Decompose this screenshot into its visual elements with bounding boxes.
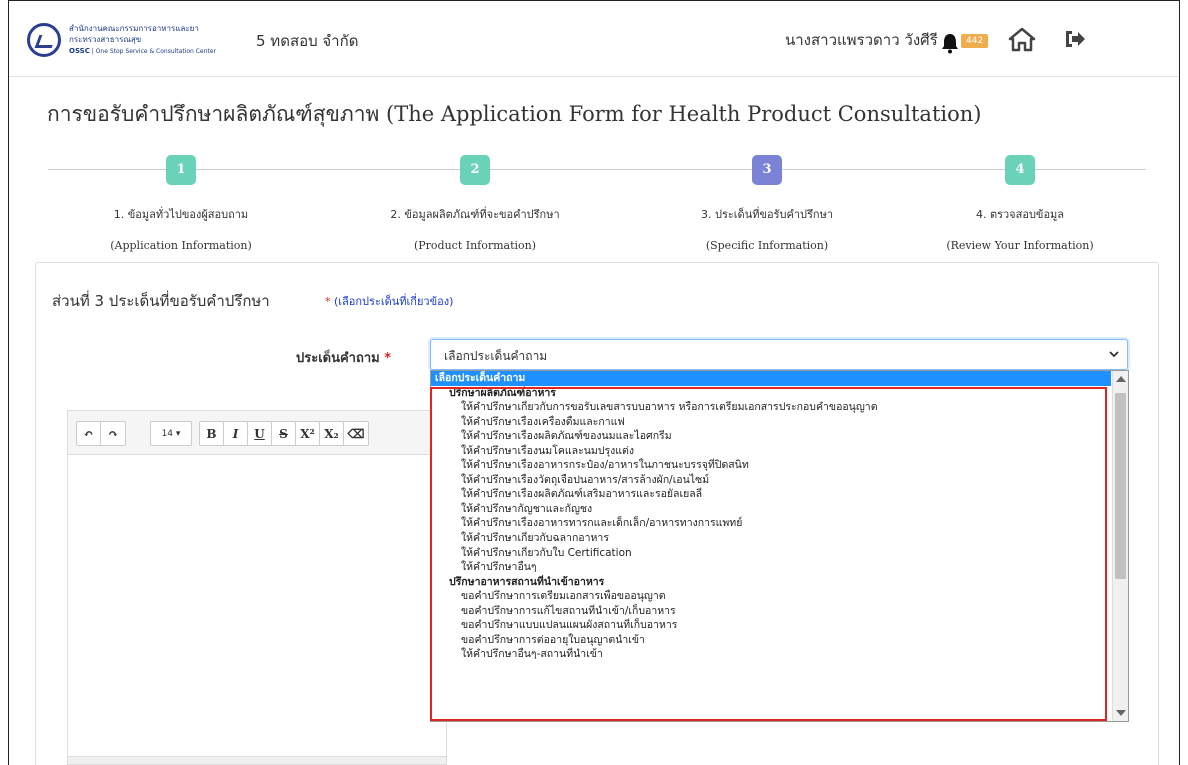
dropdown-option[interactable]: ขอคำปรึกษาการแก้ไขสถานที่นำเข้า/เก็บอาหา… — [431, 604, 1111, 619]
question-select[interactable]: เลือกประเด็นคำถาม — [430, 339, 1128, 370]
dropdown-option[interactable]: ให้คำปรึกษาเรื่องวัตถุเจือปนอาหาร/สารล้า… — [431, 473, 1111, 488]
font-size-select[interactable]: 14 ▾ — [151, 422, 191, 445]
step-2[interactable]: 2 2. ข้อมูลผลิตภัณฑ์ที่จะขอคำปรึกษา (Pro… — [365, 155, 585, 252]
question-label: ประเด็นคำถาม * — [296, 351, 392, 366]
format-group: B I U S X² X₂ ⌫ — [199, 421, 369, 446]
step-number: 2 — [460, 155, 490, 185]
section-note: * (เลือกประเด็นที่เกี่ยวข้อง) — [325, 295, 454, 308]
dropdown-option[interactable]: ให้คำปรึกษาเกี่ยวกับใบ Certification — [431, 546, 1111, 561]
step-number: 3 — [752, 155, 782, 185]
redo-button[interactable]: ↷ — [101, 422, 125, 445]
dropdown-options: เลือกประเด็นคำถาม ปรึกษาผลิตภัณฑ์อาหาร ให้… — [431, 371, 1111, 662]
dropdown-option[interactable]: ให้คำปรึกษาเรื่องเครื่องดื่มและกาแฟ — [431, 415, 1111, 430]
user-name[interactable]: นางสาวแพรวดาว วังศีรี — [785, 28, 938, 52]
logo-ministry: กระทรวงสาธารณสุข — [69, 35, 142, 44]
step-sublabel: (Product Information) — [413, 239, 537, 252]
undo-redo-group: ↶ ↷ — [76, 421, 126, 446]
step-label: 2. ข้อมูลผลิตภัณฑ์ที่จะขอคำปรึกษา — [390, 208, 560, 221]
scroll-down-icon[interactable] — [1116, 710, 1126, 716]
superscript-button[interactable]: X² — [296, 422, 320, 445]
step-number: 4 — [1005, 155, 1035, 185]
step-label: 3. ประเด็นที่ขอรับคำปรึกษา — [701, 208, 833, 221]
undo-button[interactable]: ↶ — [77, 422, 101, 445]
italic-button[interactable]: I — [224, 422, 248, 445]
dropdown-option[interactable]: ให้คำปรึกษากัญชาและกัญชง — [431, 502, 1111, 517]
logo-ossc: OSSC | One Stop Service & Consultation C… — [69, 47, 216, 55]
logout-icon[interactable] — [1063, 28, 1087, 50]
top-header: สำนักงานคณะกรรมการอาหารและยา กระทรวงสาธา… — [9, 1, 1179, 77]
font-size-group: 14 ▾ — [150, 421, 192, 446]
dropdown-option[interactable]: ให้คำปรึกษาเรื่องอาหารทารกและเด็กเล็ก/อา… — [431, 516, 1111, 531]
step-number: 1 — [166, 155, 196, 185]
strikethrough-button[interactable]: S — [272, 422, 296, 445]
underline-button[interactable]: U — [248, 422, 272, 445]
step-4[interactable]: 4 4. ตรวจสอบข้อมูล (Review Your Informat… — [910, 155, 1130, 252]
question-dropdown-list[interactable]: เลือกประเด็นคำถาม ปรึกษาผลิตภัณฑ์อาหาร ให้… — [430, 370, 1129, 722]
editor-resize-handle[interactable] — [68, 756, 446, 764]
editor-toolbar: ↶ ↷ 14 ▾ B I U S X² X₂ ⌫ — [68, 411, 446, 455]
dropdown-option[interactable]: ให้คำปรึกษาอื่นๆ-สถานที่นำเข้า — [431, 647, 1111, 662]
dropdown-option[interactable]: ขอคำปรึกษาการต่ออายุใบอนุญาตนำเข้า — [431, 633, 1111, 648]
dropdown-option[interactable]: ให้คำปรึกษาเรื่องผลิตภัณฑ์เสริมอาหารและร… — [431, 487, 1111, 502]
step-1[interactable]: 1 1. ข้อมูลทั่วไปของผู้สอบถาม (Applicati… — [71, 155, 291, 252]
bold-button[interactable]: B — [200, 422, 224, 445]
rich-text-editor[interactable]: ↶ ↷ 14 ▾ B I U S X² X₂ ⌫ — [67, 410, 447, 765]
dropdown-option[interactable]: ให้คำปรึกษาเรื่องอาหารกระป๋อง/อาหารในภาช… — [431, 458, 1111, 473]
chevron-down-icon — [1109, 351, 1119, 358]
dropdown-group-label: ปรึกษาผลิตภัณฑ์อาหาร — [449, 386, 556, 399]
dropdown-option[interactable]: เลือกประเด็นคำถาม — [431, 371, 1111, 386]
ossc-logo[interactable]: สำนักงานคณะกรรมการอาหารและยา กระทรวงสาธา… — [27, 19, 237, 63]
step-sublabel: (Review Your Information) — [946, 239, 1094, 252]
eraser-icon[interactable]: ⌫ — [344, 422, 368, 445]
select-value: เลือกประเด็นคำถาม — [444, 349, 548, 363]
bell-icon[interactable] — [940, 32, 960, 54]
fda-logo-icon — [27, 23, 61, 57]
step-label: 1. ข้อมูลทั่วไปของผู้สอบถาม — [113, 208, 249, 221]
home-icon[interactable] — [1008, 26, 1036, 52]
dropdown-option[interactable]: ขอคำปรึกษาการเตรียมเอกสารเพื่อขออนุญาต — [431, 589, 1111, 604]
step-sublabel: (Specific Information) — [705, 239, 829, 252]
scroll-thumb[interactable] — [1115, 393, 1126, 579]
dropdown-option[interactable]: ให้คำปรึกษาอื่นๆ — [431, 560, 1111, 575]
scroll-up-icon[interactable] — [1116, 376, 1126, 382]
step-3[interactable]: 3 3. ประเด็นที่ขอรับคำปรึกษา (Specific I… — [657, 155, 877, 252]
step-sublabel: (Application Information) — [110, 239, 252, 252]
company-name: 5 ทดสอบ จำกัด — [256, 32, 359, 50]
page-title: การขอรับคำปรึกษาผลิตภัณฑ์สุขภาพ (The App… — [47, 102, 982, 126]
dropdown-option[interactable]: ให้คำปรึกษาเรื่องผลิตภัณฑ์ของนมและไอศกรี… — [431, 429, 1111, 444]
dropdown-option[interactable]: ขอคำปรึกษาแบบแปลนแผนผังสถานที่เก็บอาหาร — [431, 618, 1111, 633]
dropdown-option[interactable]: ให้คำปรึกษาเกี่ยวกับฉลากอาหาร — [431, 531, 1111, 546]
subscript-button[interactable]: X₂ — [320, 422, 344, 445]
notification-badge[interactable]: 442 — [961, 34, 989, 48]
step-label: 4. ตรวจสอบข้อมูล — [975, 208, 1065, 221]
dropdown-option[interactable]: ให้คำปรึกษาเกี่ยวกับการขอรับเลขสารบบอาหา… — [431, 400, 1111, 415]
dropdown-option[interactable]: ให้คำปรึกษาเรื่องนมโคและนมปรุงแต่ง — [431, 444, 1111, 459]
dropdown-scrollbar[interactable] — [1112, 371, 1128, 721]
section-title: ส่วนที่ 3 ประเด็นที่ขอรับคำปรึกษา — [52, 292, 270, 310]
dropdown-group-label: ปรึกษาอาหารสถานที่นำเข้าอาหาร — [449, 575, 605, 588]
